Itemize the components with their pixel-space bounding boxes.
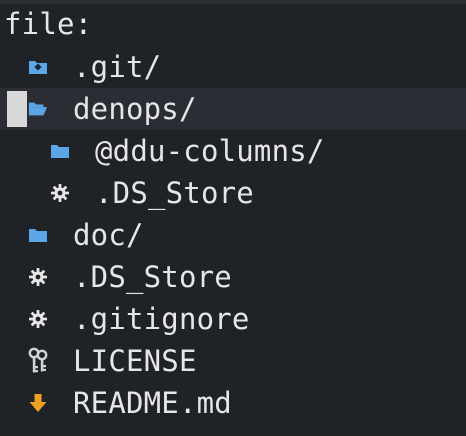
tree-item-gitignore[interactable]: .gitignore [0, 298, 466, 340]
tree-item-license[interactable]: LICENSE [0, 340, 466, 382]
tree-item-label: denops/ [73, 92, 197, 126]
download-arrow-icon [28, 393, 48, 413]
tree-item-denops[interactable]: denops/ [0, 88, 466, 130]
git-folder-icon [28, 57, 48, 77]
folder-icon [50, 141, 70, 161]
tree-item-readme[interactable]: README.md [0, 382, 466, 424]
tree-item-label: LICENSE [73, 344, 197, 378]
tree-item-git[interactable]: .git/ [0, 46, 466, 88]
tree-item-label: .DS_Store [95, 176, 254, 210]
tree-item-ds-store[interactable]: .DS_Store [0, 256, 466, 298]
tree-item-doc[interactable]: doc/ [0, 214, 466, 256]
tree-item-label: doc/ [73, 218, 144, 252]
tree-item-label: @ddu-columns/ [95, 134, 325, 168]
key-icon [27, 347, 49, 375]
tree-item-label: .gitignore [73, 302, 250, 336]
tree-item-ddu-columns[interactable]: @ddu-columns/ [0, 130, 466, 172]
folder-open-icon [28, 99, 48, 119]
file-tree-window: file: .git/ denops/ @ddu-columns/ .DS_St… [0, 0, 466, 436]
path-header: file: [0, 4, 466, 44]
folder-icon [28, 225, 48, 245]
tree-item-label: .git/ [73, 50, 162, 84]
gear-icon [28, 309, 48, 329]
gear-icon [50, 183, 70, 203]
path-header-label: file: [4, 7, 93, 41]
gear-icon [28, 267, 48, 287]
tree-item-label: .DS_Store [73, 260, 232, 294]
tree-item-ds-store-nested[interactable]: .DS_Store [0, 172, 466, 214]
text-cursor [7, 91, 27, 127]
tree-item-label: README.md [73, 386, 232, 420]
